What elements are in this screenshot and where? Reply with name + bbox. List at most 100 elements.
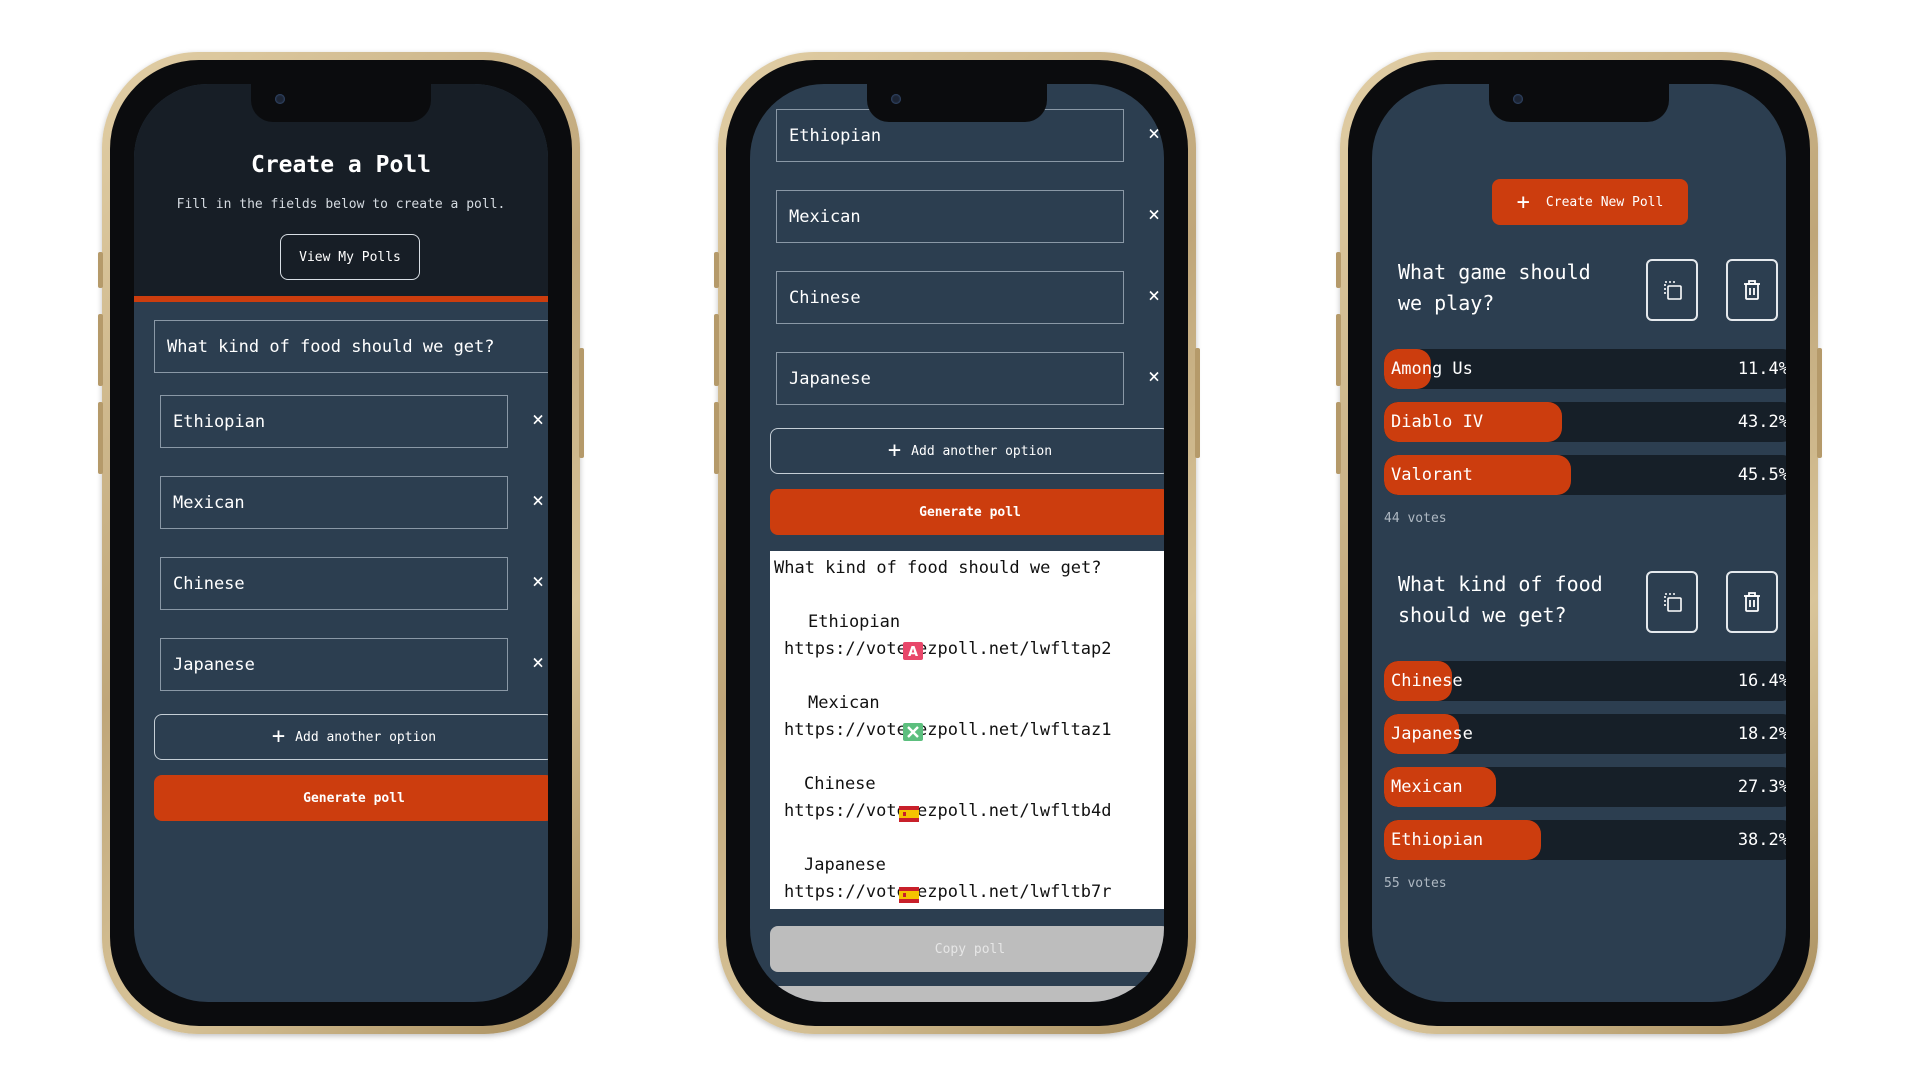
poll-option-percent: 27.3%: [1737, 777, 1786, 797]
poll-option-percent: 38.2%: [1737, 830, 1786, 850]
vote-count: 44 votes: [1384, 511, 1447, 526]
camera-icon: [1513, 94, 1523, 104]
copy-poll-icon-button[interactable]: [1646, 571, 1698, 633]
poll-option-percent: 18.2%: [1737, 724, 1786, 744]
phone-my-polls: + Create New Poll What game should we pl…: [1336, 52, 1822, 1034]
screen-generated-poll: Ethiopian × Mexican × Chinese × Japanese…: [750, 84, 1164, 1002]
remove-option-icon[interactable]: ×: [1142, 121, 1164, 145]
poll-option-label: Among Us: [1391, 359, 1473, 379]
side-button: [714, 402, 719, 474]
copy-icon: [1664, 281, 1682, 300]
remove-option-icon[interactable]: ×: [526, 488, 548, 512]
plus-icon: +: [271, 724, 286, 749]
result-option-name: Mexican: [808, 693, 880, 713]
result-option-line: A Ethiopian: [774, 609, 1164, 660]
screen-my-polls: + Create New Poll What game should we pl…: [1372, 84, 1786, 1002]
poll-option-label: Mexican: [1391, 777, 1463, 797]
camera-icon: [275, 94, 285, 104]
poll-option-percent: 11.4%: [1737, 359, 1786, 379]
option-input[interactable]: Chinese: [776, 271, 1124, 324]
poll-question-line: we play?: [1398, 291, 1495, 315]
poll-option-label: Japanese: [1391, 724, 1473, 744]
generated-poll-textarea[interactable]: What kind of food should we get? A Ethio…: [770, 551, 1164, 909]
result-option-name: Japanese: [804, 855, 886, 875]
phone-notch: [1489, 82, 1669, 122]
svg-text:A: A: [908, 645, 918, 660]
question-input[interactable]: What kind of food should we get?: [154, 320, 548, 373]
remove-option-icon[interactable]: ×: [1142, 202, 1164, 226]
plus-icon: +: [887, 438, 902, 463]
poll-option-bar: Mexican 27.3%: [1384, 767, 1786, 807]
poll-option-bar: Japanese 18.2%: [1384, 714, 1786, 754]
side-button: [1336, 314, 1341, 386]
poll-option-bar: Chinese 16.4%: [1384, 661, 1786, 701]
vote-count: 55 votes: [1384, 876, 1447, 891]
remove-option-icon[interactable]: ×: [526, 650, 548, 674]
page-subtitle: Fill in the fields below to create a pol…: [176, 197, 506, 212]
generate-poll-button[interactable]: Generate poll: [154, 775, 548, 821]
add-option-button[interactable]: + Add another option: [770, 428, 1164, 474]
copy-poll-icon-button[interactable]: [1646, 259, 1698, 321]
trash-icon: [1744, 592, 1760, 612]
poll-question: What game should we play?: [1398, 257, 1628, 319]
poll-option-bar: Valorant 45.5%: [1384, 455, 1786, 495]
generate-poll-button[interactable]: Generate poll: [770, 489, 1164, 535]
side-button: [579, 348, 584, 458]
result-question: What kind of food should we get?: [774, 558, 1102, 578]
side-button: [1336, 252, 1341, 288]
option-input[interactable]: Mexican: [160, 476, 508, 529]
result-option-name: Ethiopian: [808, 612, 901, 632]
option-input[interactable]: Japanese: [776, 352, 1124, 405]
cross-mark-icon: [780, 696, 923, 741]
poll-question-line: should we get?: [1398, 603, 1567, 627]
letter-a-icon: A: [780, 615, 923, 660]
side-button: [98, 252, 103, 288]
camera-icon: [891, 94, 901, 104]
create-new-poll-button[interactable]: + Create New Poll: [1492, 179, 1688, 225]
poll-option-label: Valorant: [1391, 465, 1473, 485]
side-button: [98, 402, 103, 474]
remove-option-icon[interactable]: ×: [526, 407, 548, 431]
poll-question: What kind of food should we get?: [1398, 569, 1628, 631]
screen-create-poll: Create a Poll Fill in the fields below t…: [134, 84, 548, 1002]
view-my-polls-button[interactable]: View My Polls: [280, 234, 420, 280]
poll-option-bar: Diablo IV 43.2%: [1384, 402, 1786, 442]
page-title: Create a Poll: [250, 152, 431, 178]
remove-option-icon[interactable]: ×: [1142, 364, 1164, 388]
option-input[interactable]: Chinese: [160, 557, 508, 610]
phone-bezel: + Create New Poll What game should we pl…: [1348, 60, 1810, 1026]
add-option-label: Add another option: [911, 443, 1053, 459]
side-button: [98, 314, 103, 386]
add-option-button[interactable]: + Add another option: [154, 714, 548, 760]
phone-create-poll: Create a Poll Fill in the fields below t…: [98, 52, 584, 1034]
poll-option-percent: 43.2%: [1737, 412, 1786, 432]
result-option-line: Japanese: [774, 852, 1164, 903]
poll-option-label: Ethiopian: [1391, 830, 1484, 850]
side-button: [714, 314, 719, 386]
create-new-poll-label: Create New Poll: [1545, 194, 1664, 210]
side-button: [1817, 348, 1822, 458]
phone-generated-poll: Ethiopian × Mexican × Chinese × Japanese…: [714, 52, 1200, 1034]
flag-icon: [776, 858, 919, 903]
new-poll-button[interactable]: New Poll +: [770, 986, 1164, 1002]
side-button: [1336, 402, 1341, 474]
poll-option-bar: Ethiopian 38.2%: [1384, 820, 1786, 860]
phone-notch: [867, 82, 1047, 122]
add-option-label: Add another option: [295, 729, 437, 745]
poll-option-percent: 16.4%: [1737, 671, 1786, 691]
option-input[interactable]: Mexican: [776, 190, 1124, 243]
delete-poll-icon-button[interactable]: [1726, 571, 1778, 633]
copy-poll-button[interactable]: Copy poll: [770, 926, 1164, 972]
poll-option-percent: 45.5%: [1737, 465, 1786, 485]
delete-poll-icon-button[interactable]: [1726, 259, 1778, 321]
option-input[interactable]: Ethiopian: [160, 395, 508, 448]
option-input[interactable]: Japanese: [160, 638, 508, 691]
remove-option-icon[interactable]: ×: [526, 569, 548, 593]
phone-bezel: Ethiopian × Mexican × Chinese × Japanese…: [726, 60, 1188, 1026]
result-option-name: Chinese: [804, 774, 876, 794]
side-button: [714, 252, 719, 288]
result-option-line: Mexican: [774, 690, 1164, 741]
remove-option-icon[interactable]: ×: [1142, 283, 1164, 307]
side-button: [1195, 348, 1200, 458]
poll-option-label: Chinese: [1391, 671, 1463, 691]
